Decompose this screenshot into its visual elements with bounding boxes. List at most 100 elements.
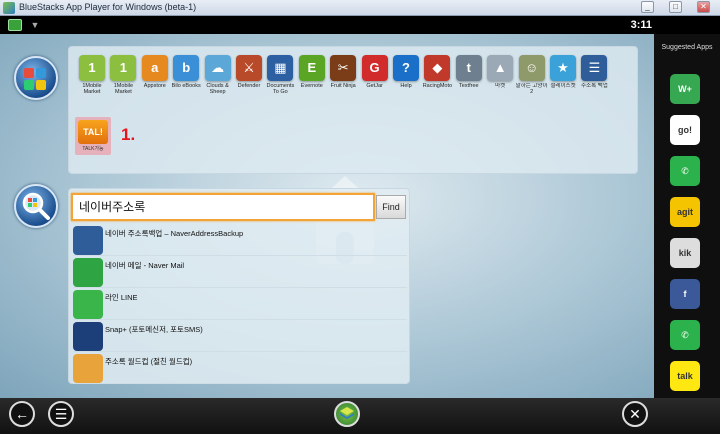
snap-icon [73,322,103,351]
ebooks-icon: b [173,55,200,81]
search-result[interactable]: 라인 LINE [73,289,407,320]
app-shortcut[interactable]: ⚔ Defender [232,55,266,96]
talking-cat-icon: ☺ [518,55,545,81]
search-apps-icon[interactable] [14,184,58,228]
search-result-label: 주소록 월드컵 (절친 월드컵) [105,357,193,366]
app-shortcut[interactable]: a Appstore [138,55,172,96]
android-status-bar: ▼ 3:11 [0,16,720,34]
menu-button[interactable]: ☰ [48,401,74,427]
app-label: Textfree [459,83,479,89]
app-shortcut[interactable]: E Evernote [295,55,329,96]
notification-icon [8,19,22,31]
app-label: 말하는 고양이 2 [515,83,548,95]
1mobile-icon: 1 [79,55,105,81]
back-button[interactable]: ← [9,401,35,427]
suggested-apps-panel: Suggested Apps W+ go! ✆ agit kik f ✆ talk [654,34,720,398]
suggested-apps-header: Suggested Apps [661,44,713,51]
app-label: Help [400,83,412,89]
app-label: Documents To Go [266,83,295,95]
window-title: BlueStacks App Player for Windows (beta-… [19,2,197,12]
search-result[interactable]: 주소록 월드컵 (절친 월드컵) [73,353,407,384]
1mobile-icon: 1 [110,55,137,81]
app-shortcut[interactable]: ☁ Clouds & Sheep [201,55,235,96]
close-button[interactable]: ✕ [697,1,710,13]
star-app-icon: ★ [550,55,576,81]
all-apps-icon[interactable] [14,56,58,100]
search-result[interactable]: Snap+ (포토메신저, 포토SMS) [73,321,407,352]
search-input[interactable]: 네이버주소록 [71,193,375,221]
defender-icon: ⚔ [236,55,262,81]
bluestacks-home-button[interactable] [334,401,360,427]
amazon-appstore-icon: a [141,55,168,81]
title-bar: BlueStacks App Player for Windows (beta-… [0,0,720,16]
kik-icon[interactable]: kik [670,238,700,268]
app-shortcut[interactable]: ▦ Documents To Go [263,55,297,96]
agit-icon[interactable]: agit [670,197,700,227]
whatsapp-icon[interactable]: ✆ [670,156,700,186]
racing-moto-icon: ◆ [424,55,451,81]
search-panel: 네이버주소록 Find 네이버 주소록백업 – NaverAddressBack… [68,188,410,384]
whatsapp-plus-icon[interactable]: W+ [670,74,700,104]
app-label: Appstore [143,83,166,89]
kakaotalk-icon[interactable]: talk [670,361,700,391]
evernote-icon: E [298,55,325,81]
app-shortcut[interactable]: ? Help [389,55,423,96]
bluestacks-window: BlueStacks App Player for Windows (beta-… [0,0,720,434]
app-shortcut[interactable]: G GetJar [358,55,392,96]
home-screen: 1 1Mobile Market 1 1Mobile Market a Appstore b… [0,34,654,398]
search-result-label: Snap+ (포토메신저, 포토SMS) [105,325,203,334]
app-label: Defender [237,83,261,89]
clouds-sheep-icon: ☁ [204,55,231,81]
app-shortcut[interactable]: 1 1Mobile Market [106,55,140,96]
apps-panel: 1 1Mobile Market 1 1Mobile Market a Appstore b… [68,46,638,174]
installed-app[interactable]: TAL! TALK가능 [75,117,111,155]
naver-mail-icon [73,258,103,287]
gochat-icon[interactable]: go! [670,115,700,145]
contact-backup-icon: ☰ [581,55,608,81]
talk-app-icon: TAL! [78,120,108,144]
app-label: 주소록 백업 [580,83,608,89]
app-label: 설레이스켓 [550,83,576,89]
app-shortcut[interactable]: ▲ 마켓 [483,55,517,96]
bottom-nav-bar: ← ☰ ✕ [0,398,720,434]
usb-icon: ▼ [30,20,40,30]
app-label: GetJar [366,83,383,89]
search-result-label: 라인 LINE [105,293,138,302]
app-shortcut[interactable]: ☰ 주소록 백업 [577,55,611,96]
market-icon: ▲ [487,55,514,81]
getjar-icon: G [361,55,388,81]
app-shortcut[interactable]: t Textfree [452,55,486,96]
minimize-button[interactable]: _ [641,1,654,13]
clock: 3:11 [630,19,652,31]
line-icon [73,290,103,319]
fruit-ninja-icon: ✂ [330,55,357,81]
world-cup-icon [73,354,103,383]
search-result[interactable]: 네이버 주소록백업 – NaverAddressBackup [73,225,407,256]
search-result[interactable]: 네이버 메일 - Naver Mail [73,257,407,288]
find-button[interactable]: Find [376,195,406,219]
app-shortcut[interactable]: 1 1Mobile Market [75,55,109,96]
installed-app-label: TALK가능 [82,146,104,152]
app-label: RacingMoto [422,83,453,89]
app-label: Clouds & Sheep [206,83,229,95]
search-result-label: 네이버 메일 - Naver Mail [105,261,185,270]
app-shortcut[interactable]: ◆ RacingMoto [420,55,454,96]
search-result-label: 네이버 주소록백업 – NaverAddressBackup [105,229,244,238]
app-shortcut[interactable]: ☺ 말하는 고양이 2 [515,55,549,96]
settings-tools-button[interactable]: ✕ [622,401,648,427]
app-label: Evernote [300,83,323,89]
app-label: Fruit Ninja [330,83,356,89]
app-shortcut[interactable]: b Bilo eBooks [169,55,203,96]
textfree-icon: t [455,55,482,81]
annotation-label: 1. [121,125,136,144]
app-label: 1Mobile Market [82,83,102,95]
help-icon: ? [393,55,419,81]
app-shortcut[interactable]: ✂ Fruit Ninja [326,55,360,96]
app-label: 마켓 [495,83,506,89]
bluestacks-icon [3,2,15,14]
facebook-icon[interactable]: f [670,279,700,309]
documents-icon: ▦ [267,55,294,81]
whatsapp-icon-2[interactable]: ✆ [670,320,700,350]
maximize-button[interactable]: □ [669,1,682,13]
app-shortcut[interactable]: ★ 설레이스켓 [546,55,580,96]
